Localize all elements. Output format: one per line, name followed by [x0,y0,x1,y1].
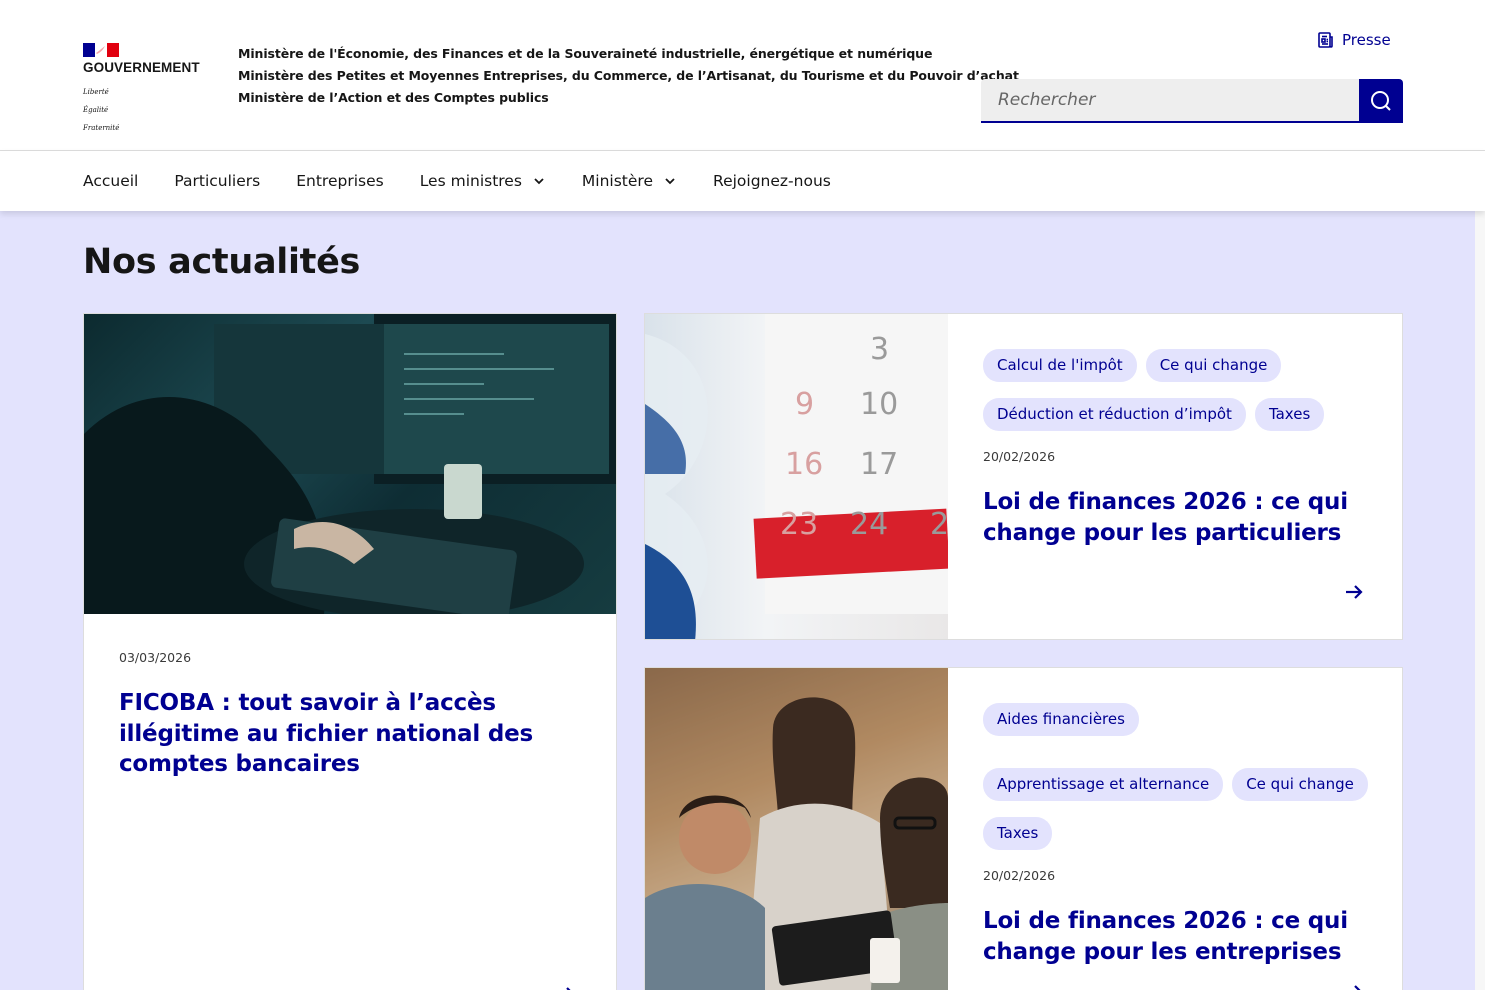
arrow-right-icon [1354,985,1361,990]
nav-item-accueil[interactable]: Accueil [83,172,138,190]
nav-item-les-ministres[interactable]: Les ministres [420,172,546,190]
card-date: 20/02/2026 [983,449,1056,464]
nav-item-ministere[interactable]: Ministère [582,172,677,190]
svg-text:17: 17 [860,447,898,482]
chevron-down-icon [534,178,544,185]
nav-label: Particuliers [174,172,261,190]
news-card[interactable]: 3 10 17 24 9 16 23 2 Calcul de l'impôt Ce qu… [644,313,1403,640]
tag[interactable]: Taxes [1254,398,1325,431]
tag[interactable]: Ce qui change [1232,768,1368,801]
chevron-down-icon [665,178,675,185]
svg-text:24: 24 [850,507,888,542]
nav-item-entreprises[interactable]: Entreprises [296,172,383,190]
tag[interactable]: Calcul de l'impôt [983,349,1137,382]
person-typing-computer-photo [84,314,616,614]
main-navigation: Accueil Particuliers Entreprises Les min… [0,151,1485,211]
tag-list: Calcul de l'impôt Ce qui change Déductio… [983,349,1383,431]
svg-text:2: 2 [930,507,948,542]
card-body: Aides financières Apprentissage et alter… [983,703,1383,967]
hourglass-calendar-photo: 3 10 17 24 9 16 23 2 [645,314,948,639]
nav-label: Rejoignez-nous [713,172,831,190]
tag-list: Aides financières Apprentissage et alter… [983,703,1383,850]
card-title[interactable]: FICOBA : tout savoir à l’accès illégitim… [119,688,589,780]
card-body: 03/03/2026 FICOBA : tout savoir à l’accè… [119,650,589,780]
card-title[interactable]: Loi de finances 2026 : ce qui change pou… [983,487,1383,548]
presse-label: Presse [1342,31,1391,49]
search-button[interactable] [1359,79,1403,123]
motto-fraternite: Fraternité [83,124,120,132]
tag[interactable]: Aides financières [983,703,1139,736]
arrow-right-icon [1346,585,1363,599]
motto-liberte: Liberté [83,88,109,96]
news-card[interactable]: Aides financières Apprentissage et alter… [644,667,1403,990]
ministry-name-pme: Ministère des Petites et Moyennes Entrep… [238,68,1019,83]
search-input[interactable] [981,79,1359,123]
motto-egalite: Égalité [83,106,109,114]
tag[interactable]: Apprentissage et alternance [983,768,1224,801]
svg-text:10: 10 [860,387,898,422]
site-header: GOUVERNEMENT Liberté Égalité Fraternité … [0,0,1485,151]
team-meeting-photo [645,668,948,990]
svg-text:16: 16 [785,447,823,482]
search-icon [1371,91,1391,111]
card-date: 20/02/2026 [983,868,1056,883]
nav-label: Entreprises [296,172,384,190]
section-title: Nos actualités [83,242,361,282]
republic-motto: Liberté Égalité Fraternité [83,79,143,142]
arrow-right-icon [566,987,571,990]
nav-label: Les ministres [419,172,522,190]
gouvernement-wordmark: GOUVERNEMENT [83,60,200,75]
svg-text:9: 9 [795,387,814,422]
svg-text:23: 23 [780,507,818,542]
ministries-list: Ministère de l'Économie, des Finances et… [238,43,1019,109]
tag[interactable]: Déduction et réduction d’impôt [983,398,1246,431]
tag[interactable]: Ce qui change [1145,349,1282,382]
card-title[interactable]: Loi de finances 2026 : ce qui change pou… [983,906,1383,967]
nav-item-particuliers[interactable]: Particuliers [174,172,260,190]
svg-text:3: 3 [870,332,889,367]
nav-label: Ministère [581,172,653,190]
news-card[interactable]: 03/03/2026 FICOBA : tout savoir à l’accè… [83,313,617,990]
card-body: Calcul de l'impôt Ce qui change Déductio… [983,349,1383,548]
card-date: 03/03/2026 [119,650,192,665]
nav-label: Accueil [83,172,139,190]
nav-item-rejoignez-nous[interactable]: Rejoignez-nous [713,172,831,190]
tag[interactable]: Taxes [983,817,1053,850]
newspaper-icon [1318,32,1333,48]
page-scrollbar[interactable] [1475,211,1485,990]
news-section: Nos actualités 03/03/2026 FICOBA: tout … [0,211,1475,990]
french-flag-icon [83,43,119,57]
presse-link[interactable]: Presse [1316,31,1391,49]
search-bar [981,79,1403,123]
ministry-name-comptes-publics: Ministère de l’Action et des Comptes pub… [238,90,549,105]
ministry-name-economie: Ministère de l'Économie, des Finances et… [238,46,933,61]
